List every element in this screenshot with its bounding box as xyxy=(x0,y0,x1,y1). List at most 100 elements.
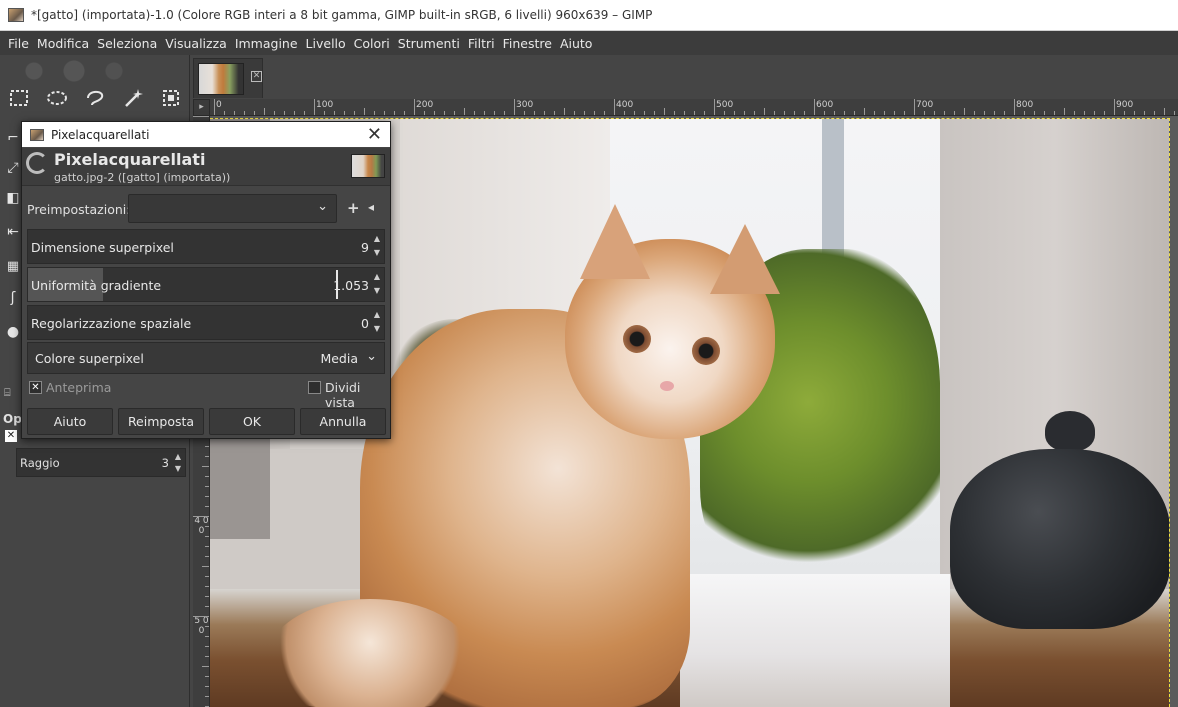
superpixel-size-spinscale[interactable]: Dimensione superpixel 9 ▲ ▼ xyxy=(27,229,385,264)
transform-icon[interactable]: ⤢ xyxy=(6,155,20,181)
reset-button[interactable]: Reimposta xyxy=(118,408,204,435)
split-view-label[interactable]: Dividi vista xyxy=(325,380,390,410)
ruler-minor-tick xyxy=(774,111,775,115)
superpixel-color-combobox[interactable]: Colore superpixel Media ⌄ xyxy=(27,342,385,374)
radius-value[interactable]: 3 xyxy=(162,456,169,470)
ruler-minor-tick xyxy=(934,111,935,115)
ruler-minor-tick xyxy=(254,111,255,115)
radius-spinbox[interactable]: Raggio 3 ▲ ▼ xyxy=(16,448,186,477)
menu-bar: File Modifica Seleziona Visualizza Immag… xyxy=(0,31,1178,55)
by-color-select-icon[interactable] xyxy=(158,85,184,111)
ruler-minor-tick xyxy=(304,111,305,115)
ruler-minor-tick xyxy=(484,111,485,115)
spatial-regularization-value[interactable]: 0 xyxy=(361,316,369,331)
menu-colori[interactable]: Colori xyxy=(350,36,394,51)
ruler-minor-tick xyxy=(594,111,595,115)
superpixel-size-value[interactable]: 9 xyxy=(361,240,369,255)
menu-modifica[interactable]: Modifica xyxy=(33,36,93,51)
ruler-minor-tick xyxy=(734,111,735,115)
preview-label[interactable]: Anteprima xyxy=(46,380,111,395)
fuzzy-select-icon[interactable] xyxy=(120,85,146,111)
spin-arrows-icon[interactable]: ▲ ▼ xyxy=(173,451,183,475)
ruler-label: 600 xyxy=(816,100,834,110)
ruler-corner-menu-icon[interactable]: ▸ xyxy=(193,99,210,116)
presets-combobox[interactable]: ⌄ xyxy=(128,194,337,223)
smudge-icon[interactable]: ʃ xyxy=(6,285,20,311)
crop-icon[interactable]: ⌐ xyxy=(6,125,20,151)
free-select-icon[interactable] xyxy=(82,85,108,111)
menu-finestre[interactable]: Finestre xyxy=(499,36,556,51)
ruler-tick xyxy=(205,486,209,487)
ruler-minor-tick xyxy=(1104,111,1105,115)
ruler-major-tick xyxy=(814,99,815,115)
dialog-titlebar[interactable]: Pixelacquarellati ✕ xyxy=(22,122,390,147)
ruler-minor-tick xyxy=(684,111,685,115)
menu-livello[interactable]: Livello xyxy=(302,36,350,51)
ruler-minor-tick xyxy=(264,108,265,115)
close-icon[interactable]: ✕ xyxy=(251,71,262,82)
ruler-minor-tick xyxy=(624,111,625,115)
spin-arrows-icon[interactable]: ▲ ▼ xyxy=(372,270,382,298)
menu-visualizza[interactable]: Visualizza xyxy=(161,36,231,51)
ruler-major-tick xyxy=(1014,99,1015,115)
menu-strumenti[interactable]: Strumenti xyxy=(394,36,464,51)
ruler-major-tick xyxy=(514,99,515,115)
gimp-logo-icon xyxy=(26,152,48,174)
ruler-tick xyxy=(193,116,209,117)
ruler-tick xyxy=(205,596,209,597)
spin-arrows-icon[interactable]: ▲ ▼ xyxy=(372,232,382,260)
chevron-down-icon: ⌄ xyxy=(317,199,328,214)
help-button[interactable]: Aiuto xyxy=(27,408,113,435)
ruler-minor-tick xyxy=(894,111,895,115)
gradient-smoothness-value[interactable]: 1.053 xyxy=(333,278,369,293)
ruler-minor-tick xyxy=(864,108,865,115)
tool-options-close-icon[interactable]: ✕ xyxy=(5,430,17,442)
menu-filtri[interactable]: Filtri xyxy=(464,36,499,51)
ruler-minor-tick xyxy=(654,111,655,115)
ruler-label: 300 xyxy=(516,100,534,110)
ruler-label: 800 xyxy=(1016,100,1034,110)
gimp-image-icon xyxy=(8,8,24,22)
wilber-drop-area[interactable] xyxy=(4,57,184,83)
spin-arrows-icon[interactable]: ▲ ▼ xyxy=(372,308,382,336)
preset-menu-icon[interactable]: ◂ xyxy=(368,200,374,214)
dodge-icon[interactable]: ● xyxy=(6,319,20,345)
ruler-tick xyxy=(205,696,209,697)
ruler-tick xyxy=(205,446,209,447)
ruler-minor-tick xyxy=(464,108,465,115)
menu-seleziona[interactable]: Seleziona xyxy=(93,36,161,51)
ruler-minor-tick xyxy=(834,111,835,115)
ruler-major-tick xyxy=(214,99,215,115)
ruler-label: 500 xyxy=(716,100,734,110)
ruler-minor-tick xyxy=(1054,111,1055,115)
ellipse-select-icon[interactable] xyxy=(44,85,70,111)
split-view-checkbox[interactable] xyxy=(308,381,321,394)
pattern-icon[interactable]: ▦ xyxy=(6,253,20,279)
flip-icon[interactable]: ◧ xyxy=(6,185,20,211)
ruler-minor-tick xyxy=(274,111,275,115)
ruler-minor-tick xyxy=(474,111,475,115)
menu-aiuto[interactable]: Aiuto xyxy=(556,36,597,51)
ruler-minor-tick xyxy=(584,111,585,115)
ruler-minor-tick xyxy=(604,111,605,115)
ruler-minor-tick xyxy=(1094,111,1095,115)
ok-button[interactable]: OK xyxy=(209,408,295,435)
preview-checkbox[interactable]: ✕ xyxy=(29,381,42,394)
ruler-tick xyxy=(205,536,209,537)
gradient-smoothness-spinscale[interactable]: Uniformità gradiente 1.053 ▲ ▼ xyxy=(27,267,385,302)
close-icon[interactable]: ✕ xyxy=(367,124,382,145)
menu-file[interactable]: File xyxy=(4,36,33,51)
rect-select-icon[interactable] xyxy=(6,85,32,111)
spatial-regularization-spinscale[interactable]: Regolarizzazione spaziale 0 ▲ ▼ xyxy=(27,305,385,340)
horizontal-ruler[interactable]: 0 100 200 300 400 500 600 700 800 900 xyxy=(210,99,1178,116)
dialog-window-title: Pixelacquarellati xyxy=(51,127,150,142)
image-tab[interactable]: ✕ xyxy=(193,58,263,98)
add-preset-icon[interactable]: + xyxy=(347,199,360,217)
ruler-minor-tick xyxy=(1064,108,1065,115)
menu-immagine[interactable]: Immagine xyxy=(231,36,302,51)
cancel-button[interactable]: Annulla xyxy=(300,408,386,435)
align-icon[interactable]: ⇤ xyxy=(6,219,20,245)
toolbox-hidden-tools: ⌐ ⤢ ◧ ⇤ ▦ ʃ ● xyxy=(6,125,20,425)
ruler-minor-tick xyxy=(494,111,495,115)
tool-options-tab[interactable]: Op xyxy=(3,412,22,426)
